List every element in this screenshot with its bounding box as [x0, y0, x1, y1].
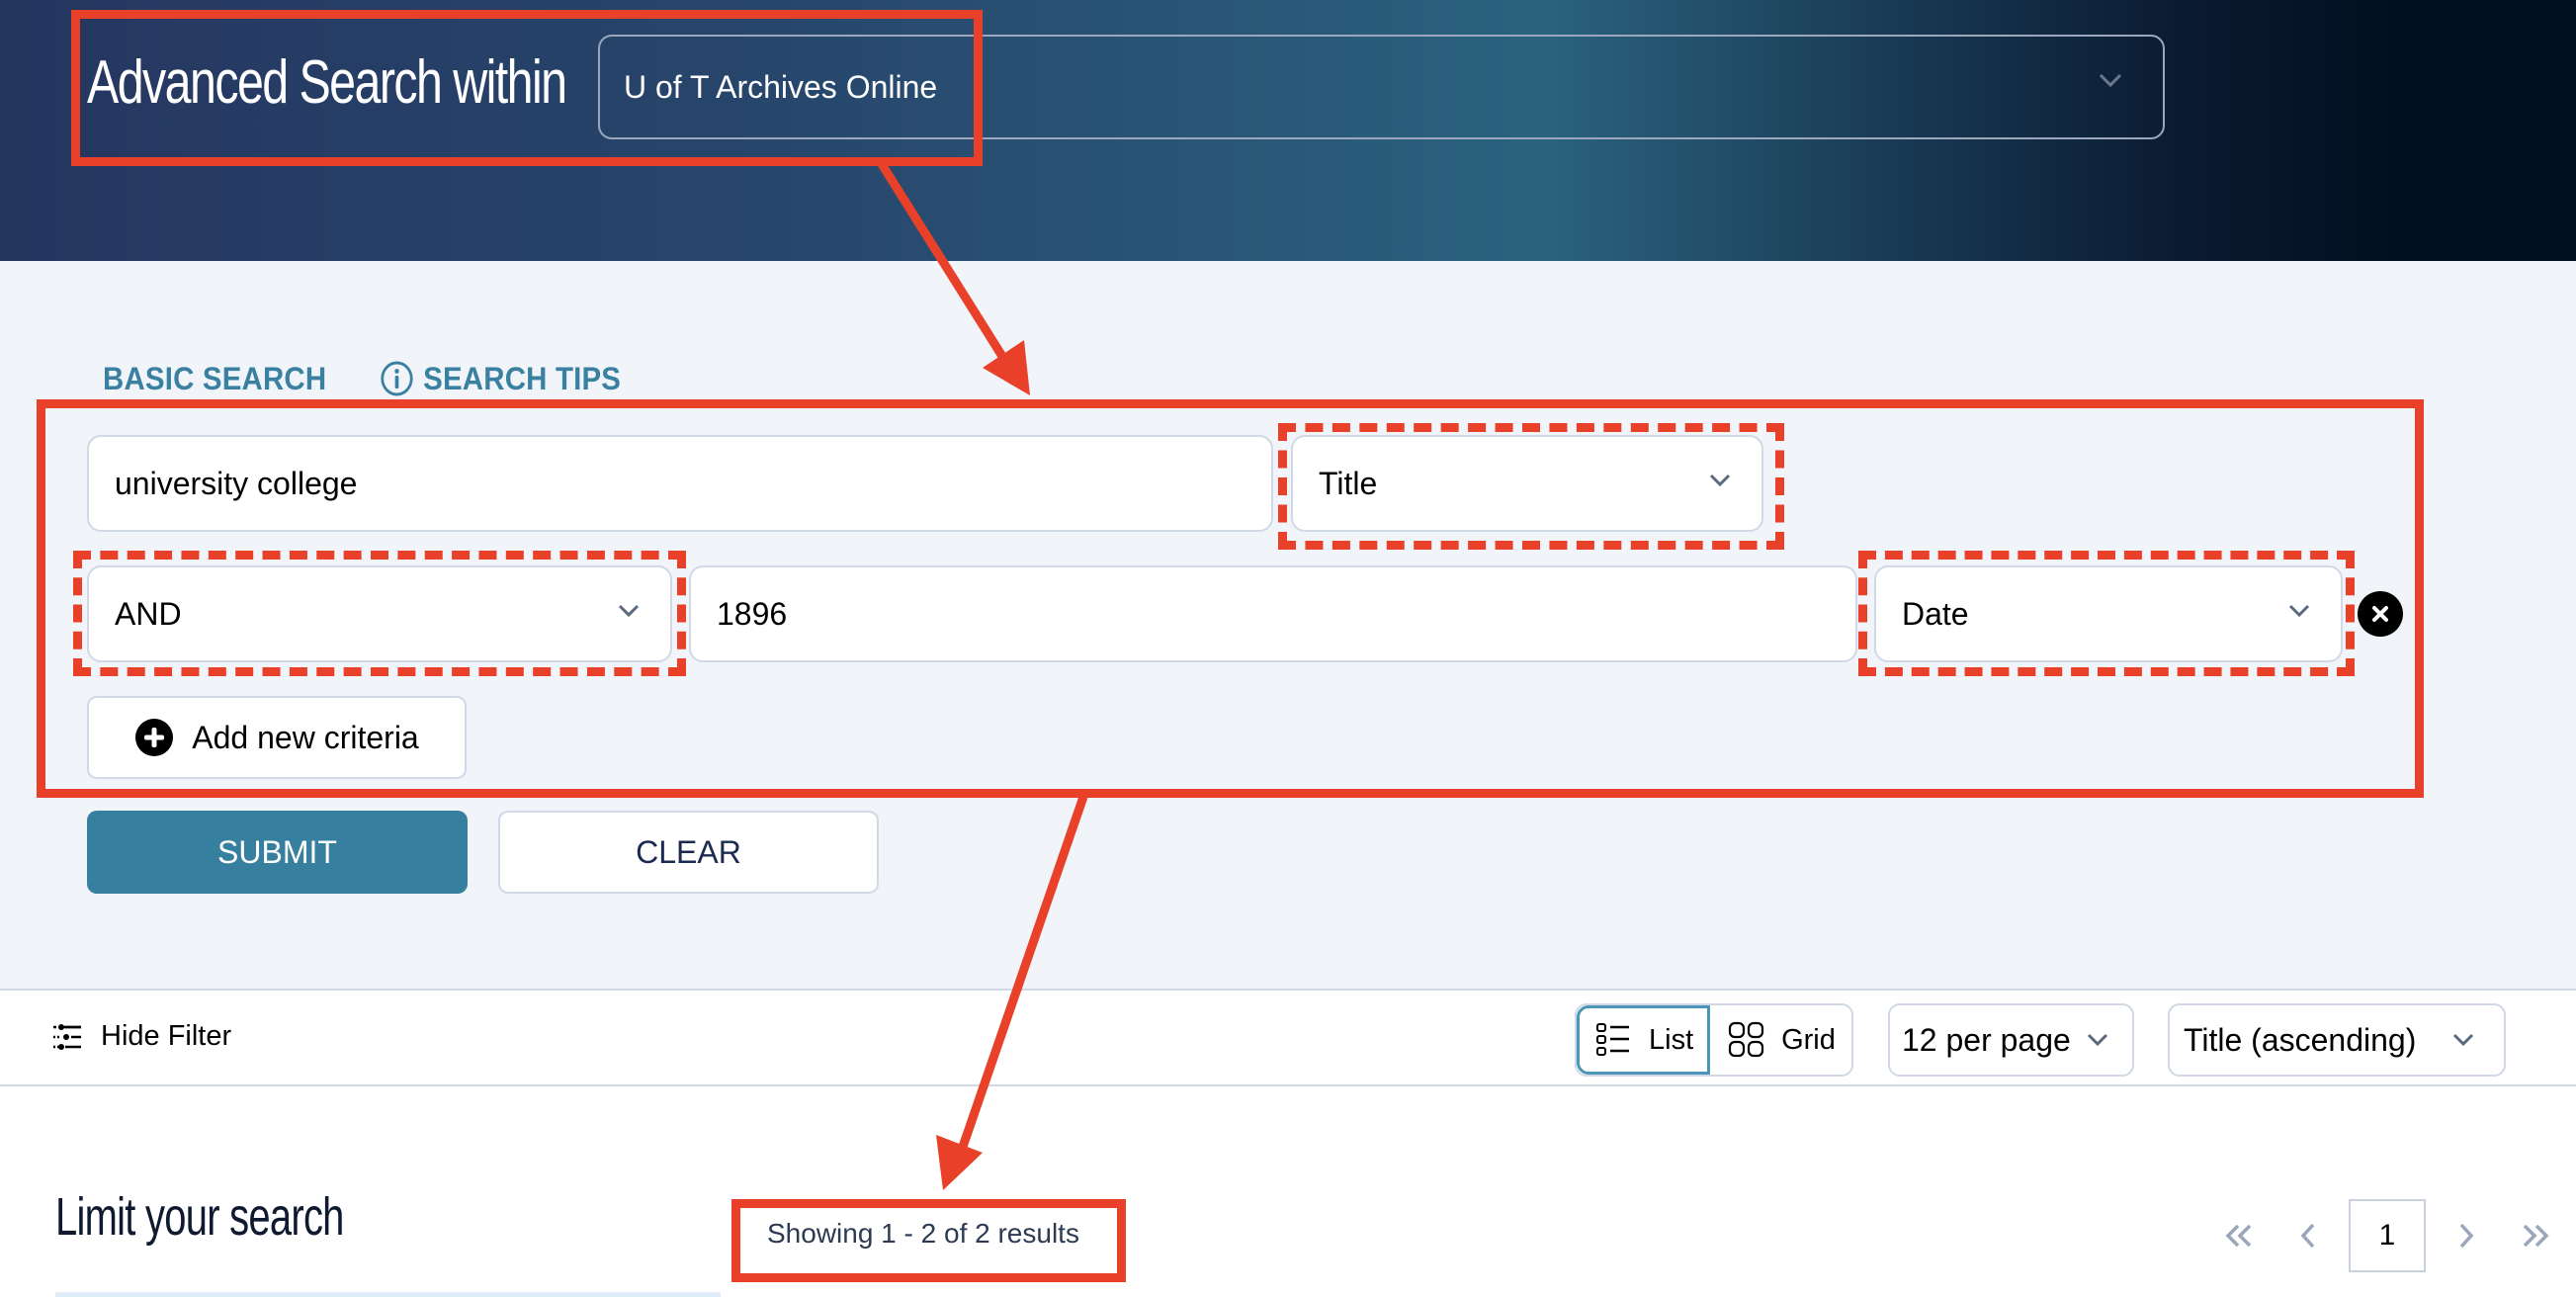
chevron-down-icon [1709, 474, 1731, 487]
criteria-2-field-value: Date [1902, 595, 1969, 632]
first-page-button[interactable] [2204, 1198, 2274, 1273]
previous-page-button[interactable] [2274, 1198, 2343, 1273]
list-icon [1596, 1023, 1629, 1056]
add-new-criteria-label: Add new criteria [192, 719, 419, 755]
per-page-value: 12 per page [1902, 1021, 2071, 1058]
current-page-number[interactable]: 1 [2349, 1199, 2426, 1272]
chevron-down-icon [2087, 1033, 2108, 1047]
grid-icon [1728, 1021, 1764, 1058]
criteria-1-query-input[interactable]: university college [87, 435, 1273, 532]
criteria-2-query-input[interactable]: 1896 [689, 565, 1857, 662]
double-chevron-right-icon [2523, 1224, 2549, 1248]
list-view-button[interactable]: List [1577, 1005, 1711, 1075]
hide-filter-button[interactable]: Hide Filter [51, 1020, 231, 1053]
add-new-criteria-button[interactable]: Add new criteria [87, 696, 467, 779]
close-circle-icon [2372, 606, 2388, 622]
criteria-1-field-value: Title [1319, 465, 1378, 501]
basic-search-label: BASIC SEARCH [103, 360, 327, 396]
filter-panel-bar [55, 1292, 721, 1297]
hide-filter-label: Hide Filter [101, 1020, 232, 1052]
search-scope-value: U of T Archives Online [624, 68, 938, 105]
page-title: Advanced Search within [87, 48, 567, 117]
pagination: 1 [2204, 1198, 2570, 1273]
last-page-button[interactable] [2501, 1198, 2570, 1273]
submit-button[interactable]: SUBMIT [87, 811, 468, 894]
remove-criteria-button[interactable] [2358, 591, 2403, 637]
results-count: Showing 1 - 2 of 2 results [767, 1218, 1079, 1249]
search-scope-select[interactable]: U of T Archives Online [598, 35, 2165, 139]
chevron-left-icon [2300, 1223, 2315, 1249]
criteria-2-operator-value: AND [115, 595, 182, 632]
plus-circle-icon [135, 719, 174, 756]
sliders-icon [53, 1023, 81, 1050]
grid-view-label: Grid [1781, 1023, 1836, 1056]
results-area [0, 1086, 2576, 1297]
info-circle-icon [381, 361, 413, 396]
view-toggle: List Grid [1575, 1003, 1853, 1077]
chevron-down-icon [618, 604, 640, 618]
per-page-select[interactable]: 12 per page [1888, 1003, 2134, 1077]
basic-search-link[interactable]: BASIC SEARCH [103, 361, 326, 397]
criteria-2-operator-select[interactable]: AND [87, 565, 672, 662]
chevron-down-icon [2288, 604, 2310, 618]
chevron-down-icon [2452, 1033, 2474, 1047]
search-tips-label: SEARCH TIPS [423, 360, 622, 396]
sort-select[interactable]: Title (ascending) [2168, 1003, 2506, 1077]
criteria-2-field-select[interactable]: Date [1874, 565, 2343, 662]
search-mode-links: BASIC SEARCH SEARCH TIPS [103, 360, 642, 397]
criteria-1-query-value: university college [115, 465, 358, 501]
list-view-label: List [1649, 1023, 1694, 1056]
next-page-button[interactable] [2432, 1198, 2501, 1273]
clear-button[interactable]: CLEAR [498, 811, 879, 894]
chevron-right-icon [2459, 1223, 2474, 1249]
criteria-1-field-select[interactable]: Title [1291, 435, 1763, 532]
limit-search-heading: Limit your search [55, 1187, 344, 1247]
page-header: Advanced Search within U of T Archives O… [0, 0, 2576, 261]
double-chevron-left-icon [2225, 1224, 2252, 1248]
grid-view-button[interactable]: Grid [1710, 1005, 1851, 1075]
chevron-down-icon [2099, 73, 2122, 88]
results-toolbar: Hide Filter List Grid 12 per page Title … [0, 989, 2576, 1086]
search-tips-link[interactable]: SEARCH TIPS [380, 360, 621, 397]
criteria-2-query-value: 1896 [717, 595, 788, 632]
sort-value: Title (ascending) [2184, 1021, 2417, 1058]
